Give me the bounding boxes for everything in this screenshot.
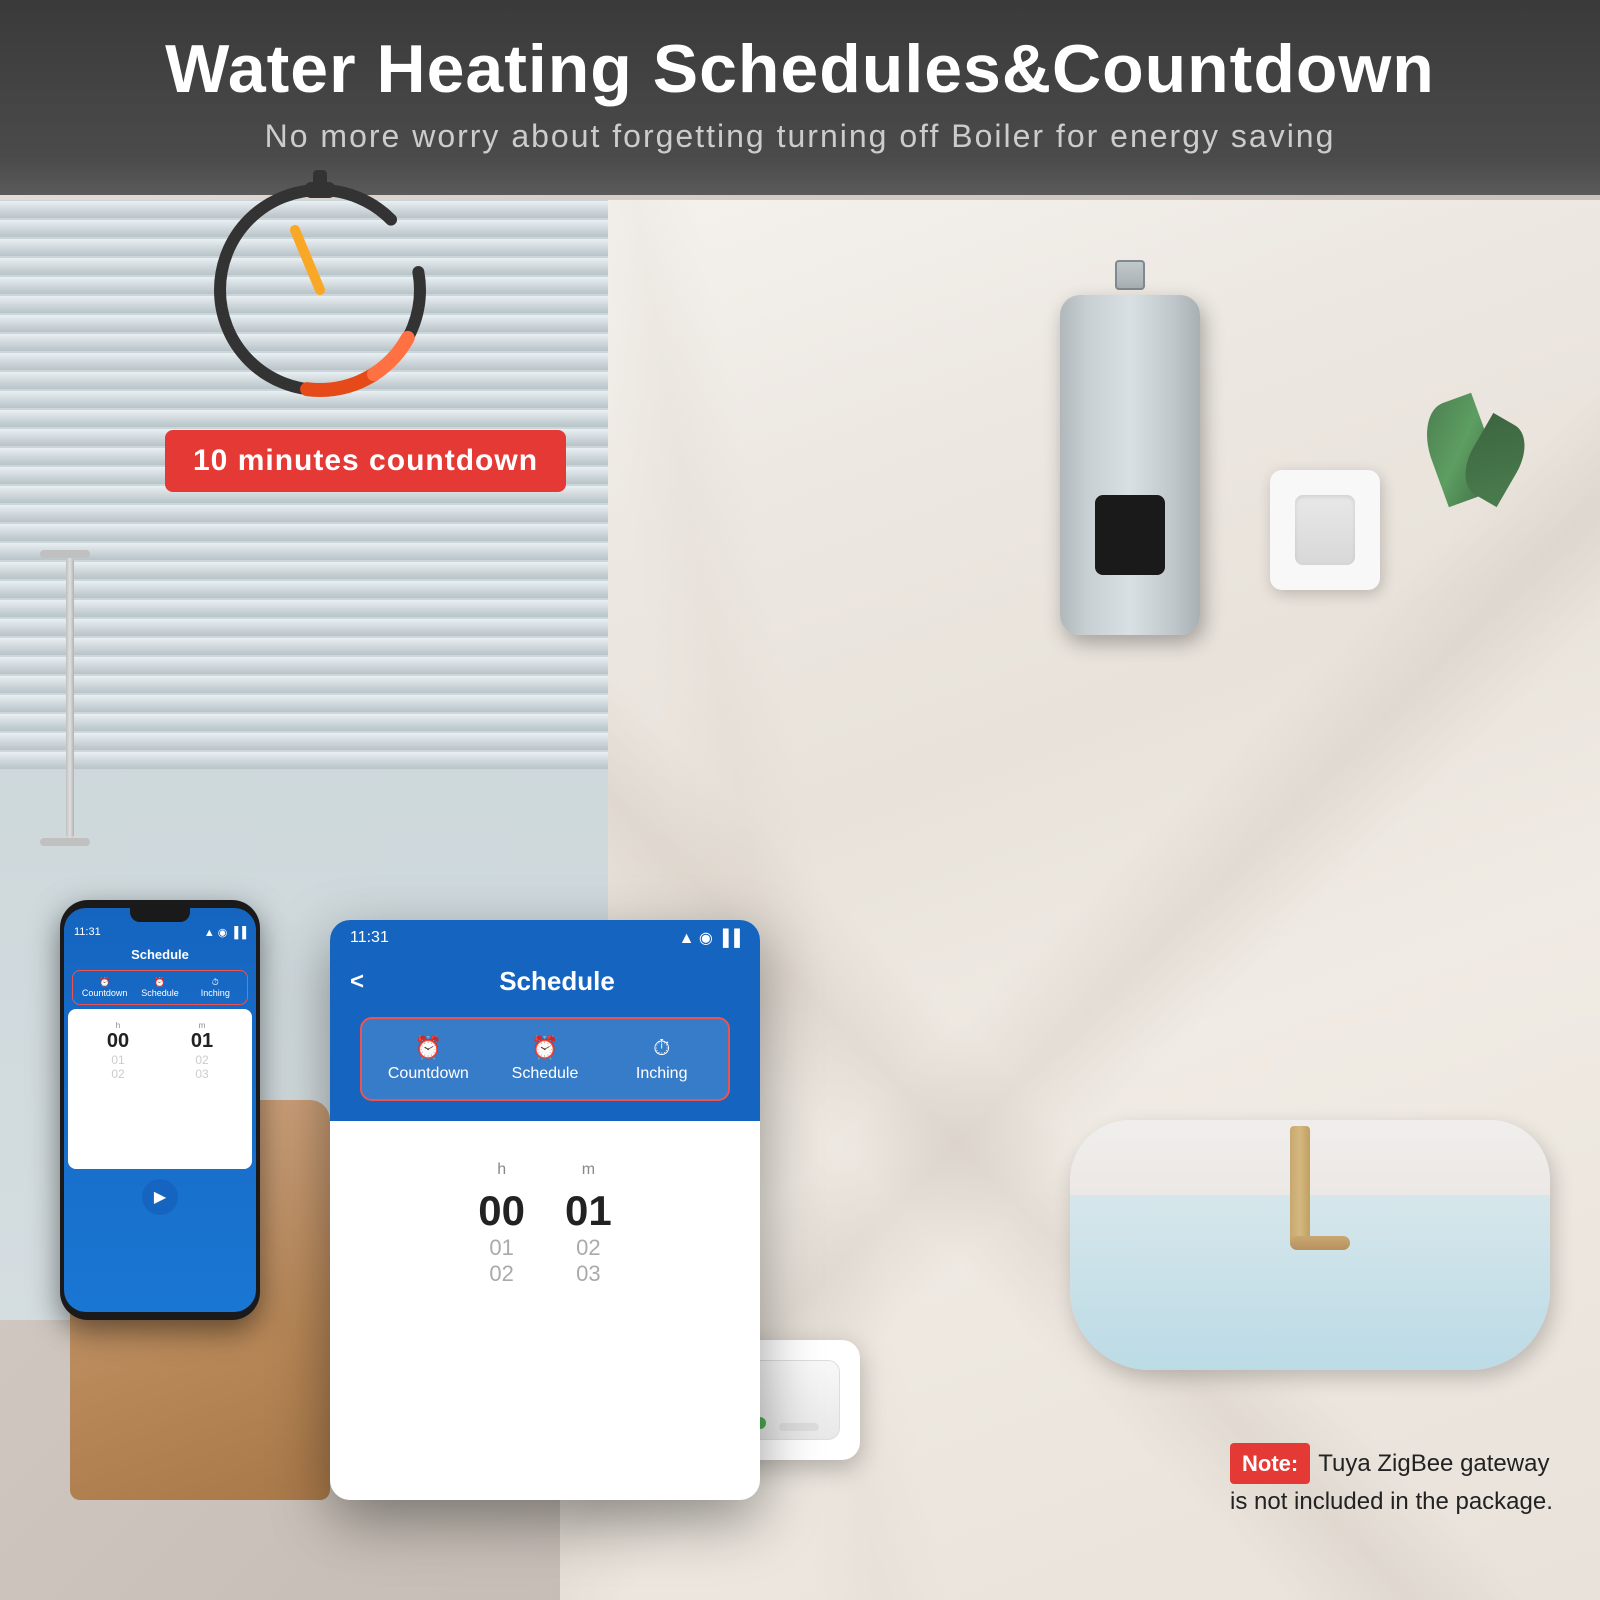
tab-schedule-label: Schedule [491, 1065, 600, 1083]
hours-label: h [478, 1161, 525, 1179]
countdown-icon: ⏰ [374, 1035, 483, 1061]
hours-sub1: 01 [478, 1235, 525, 1261]
phone-app-card: 11:31 ▲ ◉ ▐▐ < Schedule ⏰ Countdown ⏰ Sc… [330, 920, 760, 1500]
minutes-sub1: 02 [565, 1235, 612, 1261]
inching-icon: ⏱ [607, 1035, 716, 1061]
status-bar: 11:31 ▲ ◉ ▐▐ [330, 920, 760, 956]
hours-sub2: 02 [478, 1261, 525, 1287]
hours-value: 00 [478, 1187, 525, 1235]
tab-inching[interactable]: ⏱ Inching [603, 1027, 720, 1091]
phone-in-hand: 11:31 ▲ ◉ ▐▐ Schedule ⏰Countdown ⏰Schedu… [30, 900, 370, 1500]
minutes-label: m [565, 1161, 612, 1179]
app-header: < Schedule [330, 956, 760, 1017]
tabs-container: ⏰ Countdown ⏰ Schedule ⏱ Inching [330, 1017, 760, 1121]
tab-schedule[interactable]: ⏰ Schedule [487, 1027, 604, 1091]
minutes-value: 01 [565, 1187, 612, 1235]
status-time: 11:31 [350, 929, 389, 947]
app-content: h 00 01 02 m 01 02 03 [330, 1121, 760, 1327]
time-picker: h 00 01 02 m 01 02 03 [350, 1141, 740, 1307]
back-button[interactable]: < [350, 968, 364, 996]
timer-icon [180, 140, 460, 420]
water-boiler [1050, 260, 1210, 640]
status-icons: ▲ ◉ ▐▐ [679, 928, 740, 948]
faucet [1290, 1126, 1350, 1250]
smart-switch [1270, 470, 1380, 590]
tab-countdown-label: Countdown [374, 1065, 483, 1083]
towel-rack [40, 550, 100, 850]
minutes-column: m 01 02 03 [565, 1161, 612, 1287]
countdown-badge: 10 minutes countdown [165, 430, 566, 492]
app-title: Schedule [374, 966, 740, 997]
hours-column: h 00 01 02 [478, 1161, 525, 1287]
note-section: Note:Tuya ZigBee gateway is not included… [1230, 1443, 1570, 1520]
page-title: Water Heating Schedules&Countdown [40, 30, 1560, 108]
tabs-box: ⏰ Countdown ⏰ Schedule ⏱ Inching [360, 1017, 730, 1101]
schedule-icon: ⏰ [491, 1035, 600, 1061]
plant-decoration [1430, 400, 1550, 600]
note-label: Note: [1230, 1443, 1310, 1484]
tab-inching-label: Inching [607, 1065, 716, 1083]
minutes-sub2: 03 [565, 1261, 612, 1287]
tab-countdown[interactable]: ⏰ Countdown [370, 1027, 487, 1091]
